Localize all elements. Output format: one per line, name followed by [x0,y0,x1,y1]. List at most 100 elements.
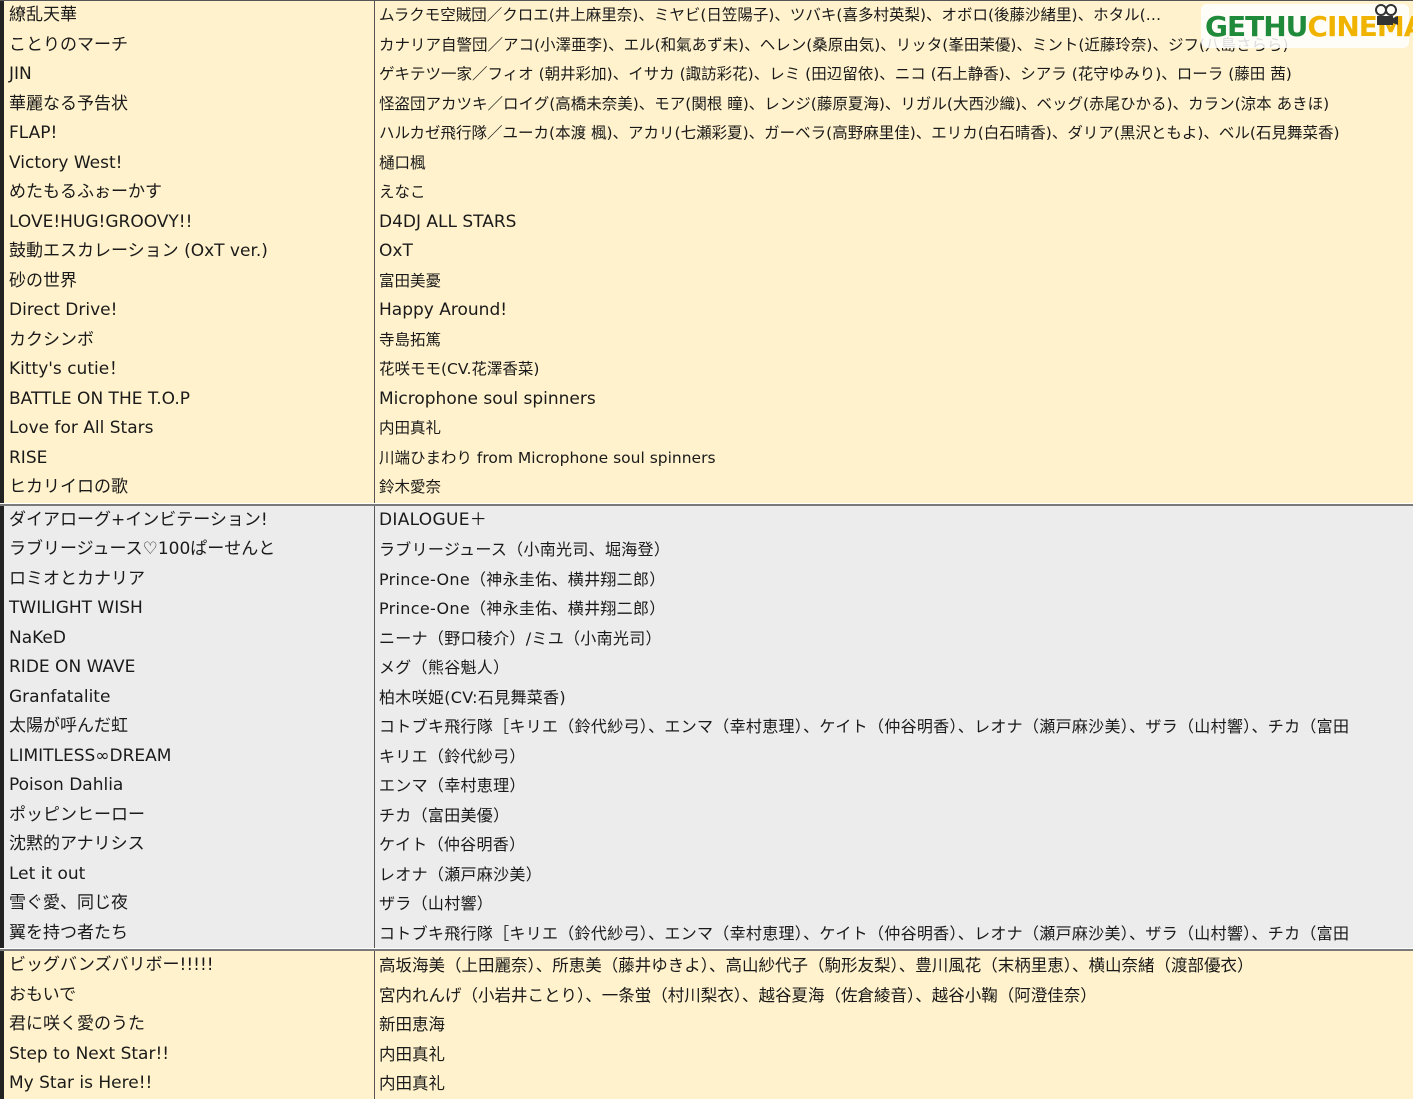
song-title-cell[interactable]: My Star is Here!! [4,1069,375,1099]
table-row[interactable]: 砂の世界 富田美憂 [0,266,1413,296]
artist-cell[interactable]: えなこ [375,178,1413,208]
song-title-cell[interactable]: ロミオとカナリア [4,564,375,594]
song-title-cell[interactable]: Step to Next Star!! [4,1039,375,1069]
song-title-cell[interactable]: ポッピンヒーロー [4,800,375,830]
table-row[interactable]: ダイアローグ+インビテーション! DIALOGUE＋ [0,505,1413,535]
song-title-cell[interactable]: TWILIGHT WISH [4,594,375,624]
song-title-cell[interactable]: 沈黙的アナリシス [4,830,375,860]
table-row[interactable]: 沈黙的アナリシス ケイト（仲谷明香） [0,830,1413,860]
artist-cell[interactable]: 新田恵海 [375,1010,1413,1040]
artist-cell[interactable]: ケイト（仲谷明香） [375,830,1413,860]
artist-cell[interactable]: 寺島拓篤 [375,325,1413,355]
table-row[interactable]: JIN ゲキテツ一家／フィオ (朝井彩加)、イサカ (諏訪彩花)、レミ (田辺留依… [0,60,1413,90]
song-title-cell[interactable]: Kitty's cutie！ [4,355,375,385]
table-row[interactable]: 鼓動エスカレーション (OxT ver.) OxT [0,237,1413,267]
song-title-cell[interactable]: 君に咲く愛のうた [4,1010,375,1040]
artist-cell[interactable]: DIALOGUE＋ [375,505,1413,535]
artist-cell[interactable]: レオナ（瀬戸麻沙美） [375,859,1413,889]
song-title-cell[interactable]: 華麗なる予告状 [4,89,375,119]
artist-cell[interactable]: 怪盗団アカツキ／ロイグ(高橋未奈美)、モア(関根 瞳)、レンジ(藤原夏海)、リガ… [375,89,1413,119]
artist-cell[interactable]: 花咲モモ(CV.花澤香菜) [375,355,1413,385]
artist-cell[interactable]: エンマ（幸村恵理） [375,771,1413,801]
artist-cell[interactable]: メグ（熊谷魁人） [375,653,1413,683]
table-row[interactable]: 華麗なる予告状 怪盗団アカツキ／ロイグ(高橋未奈美)、モア(関根 瞳)、レンジ(藤… [0,89,1413,119]
table-row[interactable]: Poison Dahlia エンマ（幸村恵理） [0,771,1413,801]
song-title-cell[interactable]: めたもるふぉーかす [4,178,375,208]
song-title-cell[interactable]: Poison Dahlia [4,771,375,801]
artist-cell[interactable]: 高坂海美（上田麗奈）、所恵美（藤井ゆきよ）、高山紗代子（駒形友梨）、豊川風花（末… [375,951,1413,981]
song-title-cell[interactable]: カクシンボ [4,325,375,355]
table-row[interactable]: 君に咲く愛のうた 新田恵海 [0,1010,1413,1040]
song-title-cell[interactable]: ダイアローグ+インビテーション! [4,505,375,535]
artist-cell[interactable]: 内田真礼 [375,1069,1413,1099]
artist-cell[interactable]: 富田美憂 [375,266,1413,296]
artist-cell[interactable]: D4DJ ALL STARS [375,207,1413,237]
table-row[interactable]: TWILIGHT WISH Prince-One（神永圭佑、横井翔二郎） [0,594,1413,624]
table-row[interactable]: Victory West! 樋口楓 [0,148,1413,178]
table-row[interactable]: ポッピンヒーロー チカ（富田美優） [0,800,1413,830]
song-title-cell[interactable]: LOVE!HUG!GROOVY!! [4,207,375,237]
artist-cell[interactable]: 鈴木愛奈 [375,473,1413,503]
artist-cell[interactable]: 宮内れんげ（小岩井ことり）、一条蛍（村川梨衣）、越谷夏海（佐倉綾音）、越谷小鞠（… [375,980,1413,1010]
table-row[interactable]: LOVE!HUG!GROOVY!! D4DJ ALL STARS [0,207,1413,237]
song-title-cell[interactable]: 翼を持つ者たち [4,918,375,948]
artist-cell[interactable]: ゲキテツ一家／フィオ (朝井彩加)、イサカ (諏訪彩花)、レミ (田辺留依)、ニ… [375,60,1413,90]
artist-cell[interactable]: 川端ひまわり from Microphone soul spinners [375,443,1413,473]
table-row[interactable]: Kitty's cutie！ 花咲モモ(CV.花澤香菜) [0,355,1413,385]
table-row[interactable]: ヒカリイロの歌 鈴木愛奈 [0,473,1413,503]
table-row[interactable]: めたもるふぉーかす えなこ [0,178,1413,208]
table-row[interactable]: Direct Drive! Happy Around! [0,296,1413,326]
artist-cell[interactable]: ニーナ（野口稜介）/ミユ（小南光司） [375,623,1413,653]
table-row[interactable]: FLAP! ハルカゼ飛行隊／ユーカ(本渡 楓)、アカリ(七瀬彩夏)、ガーベラ(高野… [0,119,1413,149]
artist-cell[interactable]: コトブキ飛行隊［キリエ（鈴代紗弓）、エンマ（幸村恵理）、ケイト（仲谷明香）、レオ… [375,918,1413,948]
song-title-cell[interactable]: Granfatalite [4,682,375,712]
song-title-cell[interactable]: ビッグバンズバリボー!!!!! [4,951,375,981]
song-title-cell[interactable]: 雪ぐ愛、同じ夜 [4,889,375,919]
artist-cell[interactable]: 内田真礼 [375,1039,1413,1069]
song-title-cell[interactable]: ヒカリイロの歌 [4,473,375,503]
table-row[interactable]: My Star is Here!! 内田真礼 [0,1069,1413,1099]
song-title-cell[interactable]: 太陽が呼んだ虹 [4,712,375,742]
artist-cell[interactable]: Prince-One（神永圭佑、横井翔二郎） [375,594,1413,624]
artist-cell[interactable]: Happy Around! [375,296,1413,326]
table-row[interactable]: Step to Next Star!! 内田真礼 [0,1039,1413,1069]
song-title-cell[interactable]: ことりのマーチ [4,30,375,60]
table-row[interactable]: Love for All Stars 内田真礼 [0,414,1413,444]
song-title-cell[interactable]: 鼓動エスカレーション (OxT ver.) [4,237,375,267]
artist-cell[interactable]: ザラ（山村響） [375,889,1413,919]
song-title-cell[interactable]: 砂の世界 [4,266,375,296]
artist-cell[interactable]: 柏木咲姫(CV:石見舞菜香) [375,682,1413,712]
song-title-cell[interactable]: NaKeD [4,623,375,653]
table-row[interactable]: カクシンボ 寺島拓篤 [0,325,1413,355]
table-row[interactable]: 雪ぐ愛、同じ夜 ザラ（山村響） [0,889,1413,919]
table-row[interactable]: Granfatalite 柏木咲姫(CV:石見舞菜香) [0,682,1413,712]
table-row[interactable]: おもいで 宮内れんげ（小岩井ことり）、一条蛍（村川梨衣）、越谷夏海（佐倉綾音）、越… [0,980,1413,1010]
table-row[interactable]: BATTLE ON THE T.O.P Microphone soul spinn… [0,384,1413,414]
artist-cell[interactable]: キリエ（鈴代紗弓） [375,741,1413,771]
table-row[interactable]: RISE 川端ひまわり from Microphone soul spinners [0,443,1413,473]
song-title-cell[interactable]: BATTLE ON THE T.O.P [4,384,375,414]
table-row[interactable]: NaKeD ニーナ（野口稜介）/ミユ（小南光司） [0,623,1413,653]
artist-cell[interactable]: OxT [375,237,1413,267]
artist-cell[interactable]: チカ（富田美優） [375,800,1413,830]
song-title-cell[interactable]: JIN [4,60,375,90]
artist-cell[interactable]: Prince-One（神永圭佑、横井翔二郎） [375,564,1413,594]
artist-cell[interactable]: Microphone soul spinners [375,384,1413,414]
song-title-cell[interactable]: おもいで [4,980,375,1010]
song-title-cell[interactable]: RIDE ON WAVE [4,653,375,683]
artist-cell[interactable]: コトブキ飛行隊［キリエ（鈴代紗弓）、エンマ（幸村恵理）、ケイト（仲谷明香）、レオ… [375,712,1413,742]
song-title-cell[interactable]: FLAP! [4,119,375,149]
table-row[interactable]: ロミオとカナリア Prince-One（神永圭佑、横井翔二郎） [0,564,1413,594]
song-title-cell[interactable]: Let it out [4,859,375,889]
song-title-cell[interactable]: RISE [4,443,375,473]
song-title-cell[interactable]: 繚乱天華 [4,1,375,31]
artist-cell[interactable]: 内田真礼 [375,414,1413,444]
song-title-cell[interactable]: Love for All Stars [4,414,375,444]
table-row[interactable]: ビッグバンズバリボー!!!!! 高坂海美（上田麗奈）、所恵美（藤井ゆきよ）、高山紗… [0,951,1413,981]
table-row[interactable]: RIDE ON WAVE メグ（熊谷魁人） [0,653,1413,683]
table-row[interactable]: Let it out レオナ（瀬戸麻沙美） [0,859,1413,889]
table-row[interactable]: ラブリージュース♡100ぱーせんと ラブリージュース（小南光司、堀海登） [0,535,1413,565]
artist-cell[interactable]: ハルカゼ飛行隊／ユーカ(本渡 楓)、アカリ(七瀬彩夏)、ガーベラ(高野麻里佳)、… [375,119,1413,149]
table-row[interactable]: 太陽が呼んだ虹 コトブキ飛行隊［キリエ（鈴代紗弓）、エンマ（幸村恵理）、ケイト（仲… [0,712,1413,742]
artist-cell[interactable]: 樋口楓 [375,148,1413,178]
